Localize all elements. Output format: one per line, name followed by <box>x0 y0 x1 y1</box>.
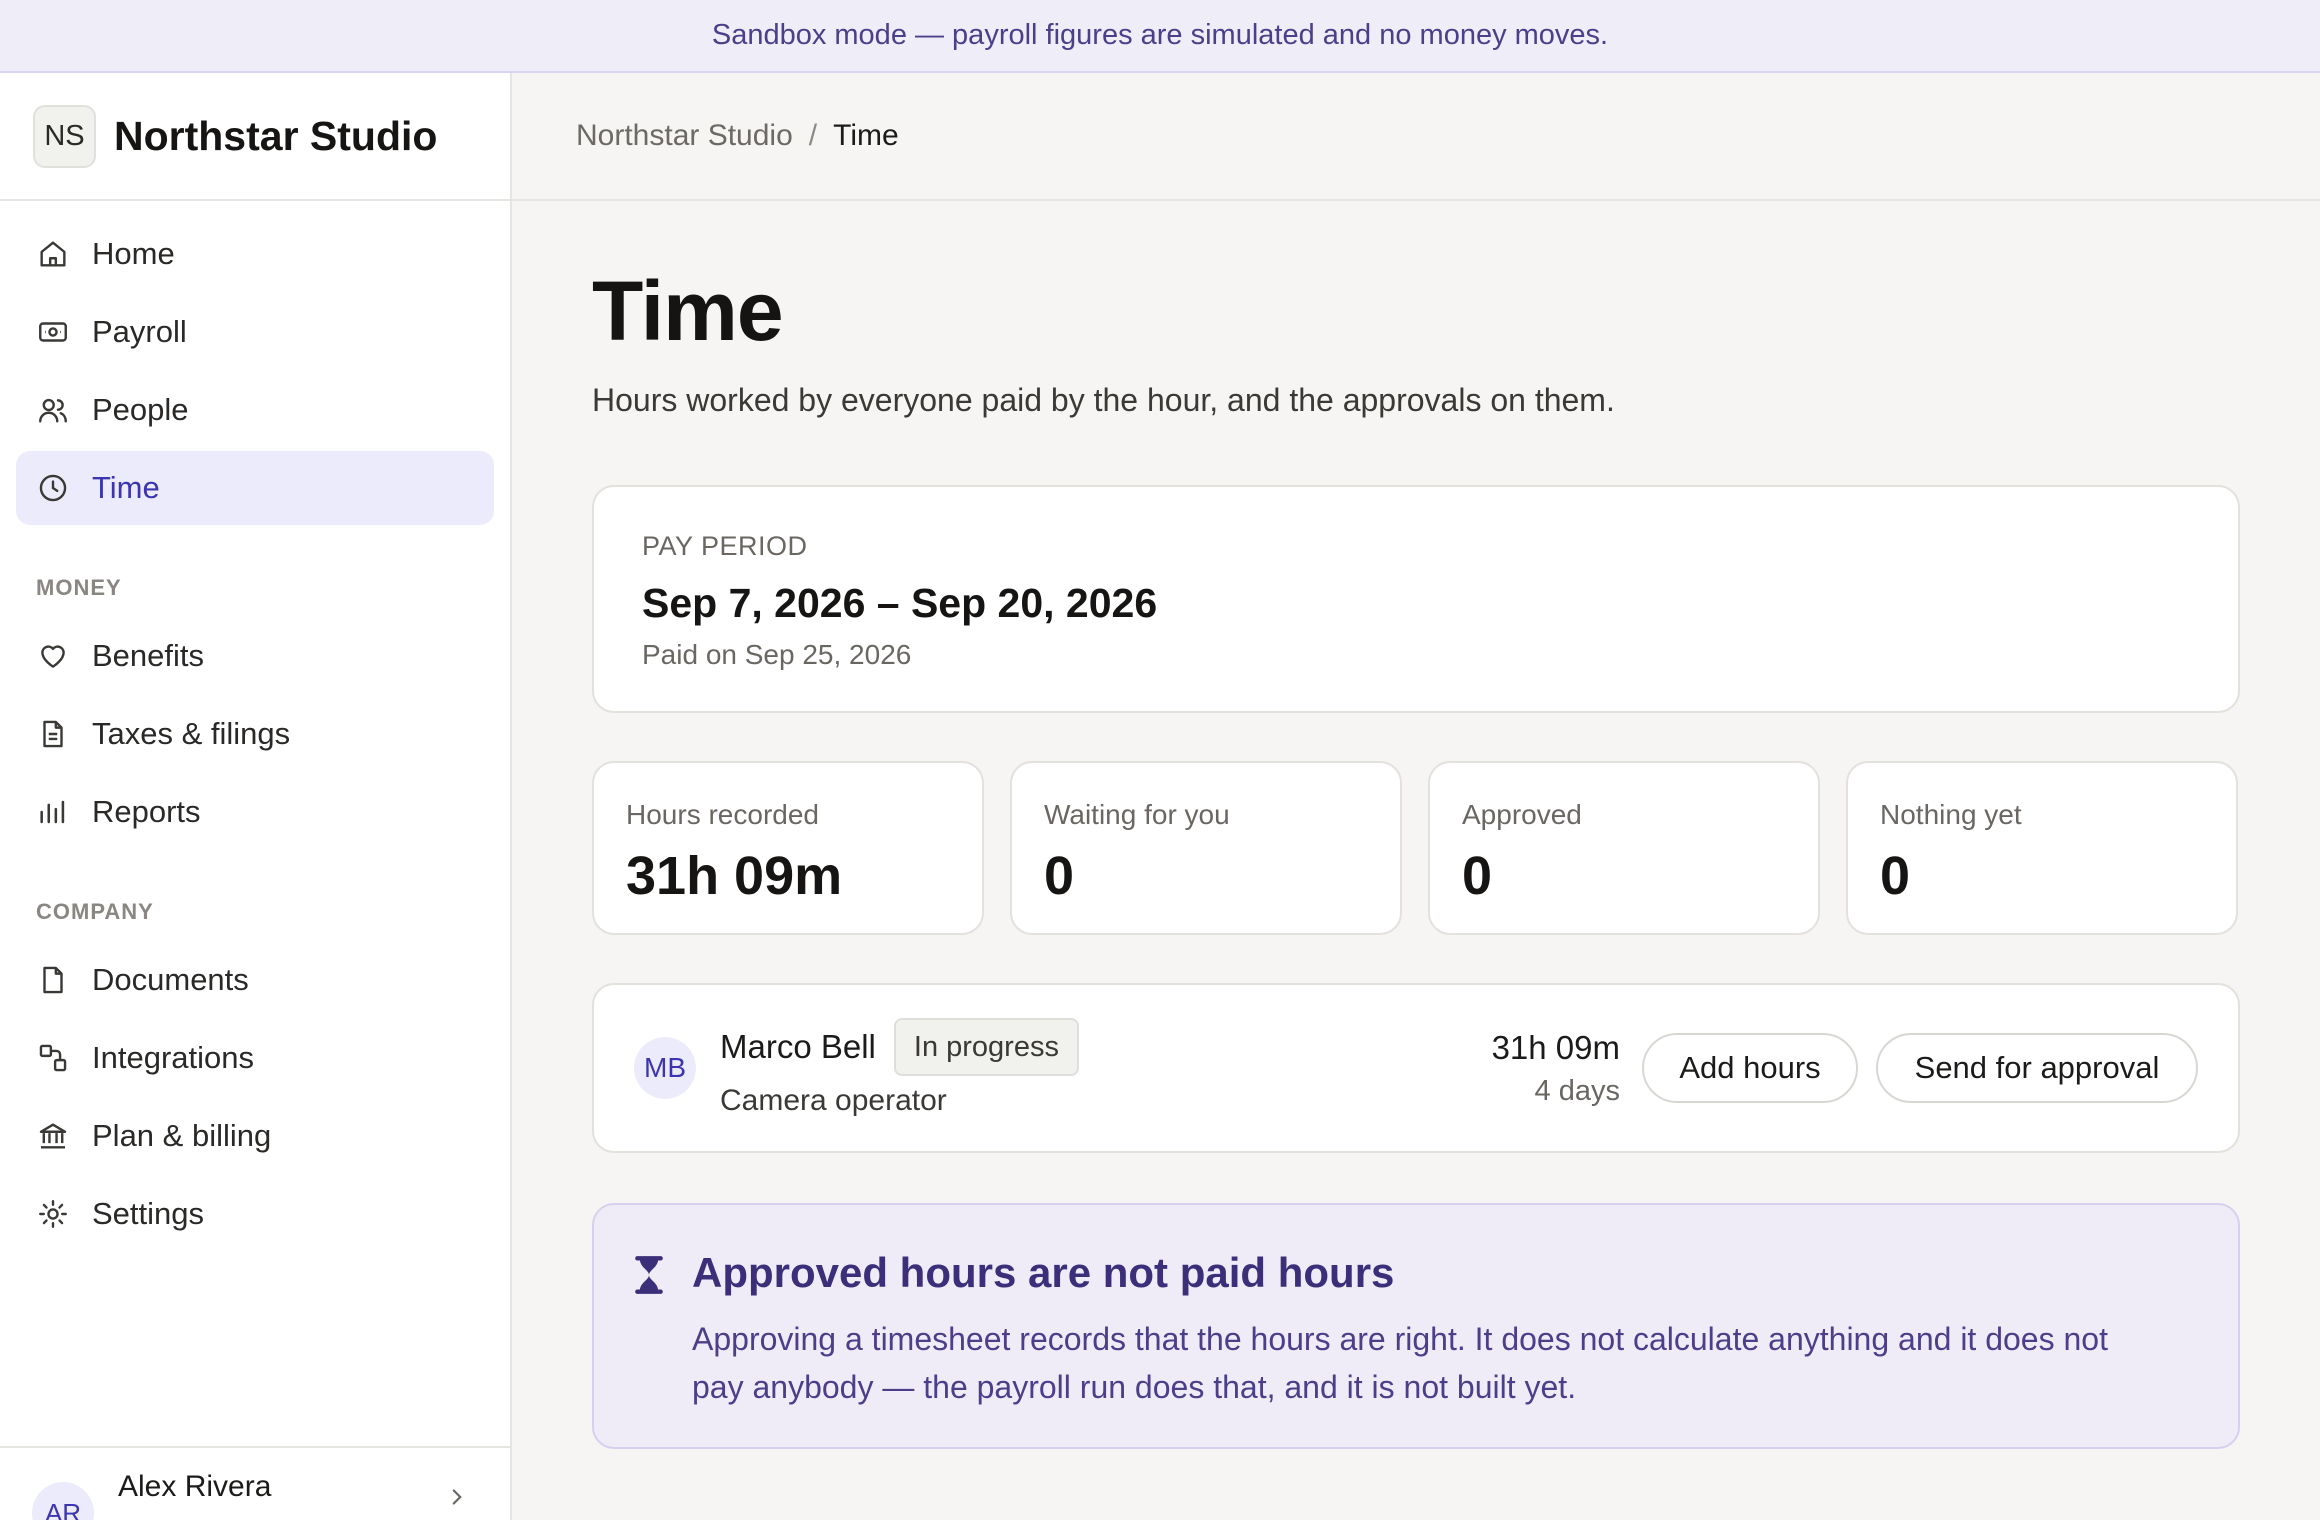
timesheet-person: Marco Bell In progress Camera operator <box>720 1018 1079 1118</box>
brand-logo: NS <box>33 104 96 168</box>
sandbox-banner-text: Sandbox mode — payroll figures are simul… <box>711 19 1609 51</box>
heart-icon <box>36 639 70 673</box>
user-menu[interactable]: AR Alex Rivera <box>0 1446 510 1520</box>
notice-title: Approved hours are not paid hours <box>692 1249 1395 1296</box>
sidebar-item-label: Taxes & filings <box>92 716 291 751</box>
sidebar-item-taxes[interactable]: Taxes & filings <box>16 697 494 771</box>
sidebar-item-label: Plan & billing <box>92 1118 272 1153</box>
timesheet-days: 4 days <box>1534 1075 1620 1107</box>
main-content: Time Hours worked by everyone paid by th… <box>592 201 2240 1449</box>
notice-text: Approving a timesheet records that the h… <box>692 1321 2108 1405</box>
send-for-approval-button[interactable]: Send for approval <box>1876 1033 2198 1103</box>
timesheet-hours-total: 31h 09m <box>1491 1029 1620 1066</box>
stat-hours-recorded: Hours recorded 31h 09m <box>592 761 984 935</box>
sidebar-item-label: Home <box>92 236 175 271</box>
stats-row: Hours recorded 31h 09m Waiting for you 0… <box>592 761 2240 935</box>
stat-label: Nothing yet <box>1880 799 2022 830</box>
sidebar-nav: Home Payroll People Time MONEY Benefits <box>0 201 510 1251</box>
sidebar-item-reports[interactable]: Reports <box>16 775 494 849</box>
sidebar-item-label: Documents <box>92 962 249 997</box>
avatar: AR <box>32 1482 94 1520</box>
add-hours-button[interactable]: Add hours <box>1642 1033 1858 1103</box>
home-icon <box>36 237 70 271</box>
stat-value: 0 <box>1044 846 1075 906</box>
bank-icon <box>36 1119 70 1153</box>
payroll-icon <box>36 315 70 349</box>
avatar: MB <box>634 1037 696 1099</box>
sidebar-section-company: COMPANY <box>36 899 154 924</box>
brand[interactable]: NS Northstar Studio <box>0 73 510 201</box>
breadcrumb-separator: / <box>808 119 818 152</box>
breadcrumb-root[interactable]: Northstar Studio <box>576 119 793 153</box>
stat-label: Hours recorded <box>626 799 819 830</box>
pay-period-paid-date: Paid on Sep 25, 2026 <box>642 639 912 670</box>
settings-icon <box>36 1197 70 1231</box>
stat-nothing-yet: Nothing yet 0 <box>1846 761 2238 935</box>
file-icon <box>36 963 70 997</box>
stat-waiting-for-you: Waiting for you 0 <box>1010 761 1402 935</box>
sidebar-item-payroll[interactable]: Payroll <box>16 295 494 369</box>
sidebar-item-documents[interactable]: Documents <box>16 943 494 1017</box>
timesheet-row: MB Marco Bell In progress Camera operato… <box>592 983 2240 1153</box>
sidebar-item-people[interactable]: People <box>16 373 494 447</box>
sidebar: NS Northstar Studio Home Payroll People <box>0 73 512 1520</box>
pay-period-label: PAY PERIOD <box>642 531 808 561</box>
status-badge: In progress <box>893 1018 1079 1076</box>
sidebar-item-label: Settings <box>92 1196 205 1231</box>
sidebar-item-home[interactable]: Home <box>16 217 494 291</box>
sidebar-item-label: Payroll <box>92 314 187 349</box>
bar-chart-icon <box>36 795 70 829</box>
sidebar-item-label: Benefits <box>92 638 205 673</box>
stat-approved: Approved 0 <box>1428 761 1820 935</box>
integrations-icon <box>36 1041 70 1075</box>
stat-value: 31h 09m <box>626 846 843 906</box>
sidebar-item-time[interactable]: Time <box>16 451 494 525</box>
user-name: Alex Rivera <box>118 1470 272 1503</box>
clock-icon <box>36 471 70 505</box>
stat-label: Approved <box>1462 799 1582 830</box>
pay-period-card: PAY PERIOD Sep 7, 2026 – Sep 20, 2026 Pa… <box>592 485 2240 713</box>
sidebar-item-benefits[interactable]: Benefits <box>16 619 494 693</box>
employee-name: Marco Bell <box>720 1028 876 1065</box>
sidebar-item-settings[interactable]: Settings <box>16 1177 494 1251</box>
page-subtitle: Hours worked by everyone paid by the hou… <box>592 382 1615 418</box>
employee-role: Camera operator <box>720 1084 947 1117</box>
sidebar-item-plan-billing[interactable]: Plan & billing <box>16 1099 494 1173</box>
brand-name: Northstar Studio <box>114 112 438 159</box>
stat-label: Waiting for you <box>1044 799 1230 830</box>
sidebar-section-money: MONEY <box>36 575 122 600</box>
document-icon <box>36 717 70 751</box>
page-title: Time <box>592 264 784 358</box>
info-notice: Approved hours are not paid hours Approv… <box>592 1203 2240 1449</box>
stat-value: 0 <box>1880 846 1911 906</box>
sidebar-item-label: Reports <box>92 794 201 829</box>
sidebar-item-label: People <box>92 392 189 427</box>
pay-period-range: Sep 7, 2026 – Sep 20, 2026 <box>642 580 1158 626</box>
chevron-right-icon <box>452 1489 462 1505</box>
sidebar-item-integrations[interactable]: Integrations <box>16 1021 494 1095</box>
sandbox-banner: Sandbox mode — payroll figures are simul… <box>0 0 2320 73</box>
people-icon <box>36 393 70 427</box>
breadcrumb: Northstar Studio / Time <box>512 73 2320 201</box>
stat-value: 0 <box>1462 846 1493 906</box>
hourglass-icon <box>635 1256 663 1294</box>
sidebar-item-label: Integrations <box>92 1040 254 1075</box>
timesheet-hours: 31h 09m 4 days <box>1492 1029 1620 1108</box>
sidebar-item-label: Time <box>92 470 160 505</box>
breadcrumb-current: Time <box>833 119 899 152</box>
